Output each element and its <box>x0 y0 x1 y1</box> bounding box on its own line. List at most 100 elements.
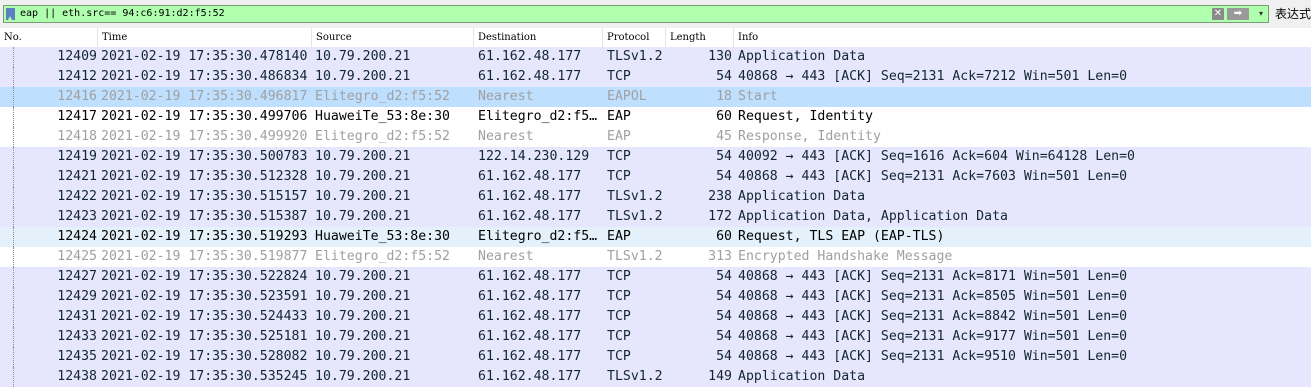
packet-row[interactable]: 12438 2021-02-19 17:35:30.535245 10.79.200… <box>0 367 1311 387</box>
packet-row[interactable]: 12422 2021-02-19 17:35:30.515157 10.79.200… <box>0 187 1311 207</box>
packet-time: 2021-02-19 17:35:30.523591 <box>101 289 308 304</box>
packet-time: 2021-02-19 17:35:30.496817 <box>101 89 308 104</box>
packet-row[interactable]: 12423 2021-02-19 17:35:30.515387 10.79.200… <box>0 207 1311 227</box>
packet-row[interactable]: 12409 2021-02-19 17:35:30.478140 10.79.200… <box>0 47 1311 67</box>
packet-destination: 61.162.48.177 <box>478 49 582 64</box>
packet-no: 12422 <box>57 189 97 204</box>
packet-destination: Elitegro_d2:f5… <box>478 109 598 124</box>
packet-source: 10.79.200.21 <box>315 209 411 224</box>
packet-protocol: EAP <box>607 109 631 124</box>
packet-length: 54 <box>716 309 732 324</box>
packet-no: 12431 <box>57 309 97 324</box>
related-packet-line <box>13 187 14 207</box>
packet-protocol: TCP <box>607 289 631 304</box>
filter-history-dropdown-icon[interactable]: ▾ <box>1256 7 1266 21</box>
related-packet-line <box>13 347 14 367</box>
packet-no: 12424 <box>57 229 97 244</box>
display-filter-input[interactable] <box>20 6 1205 22</box>
packet-destination: 61.162.48.177 <box>478 169 582 184</box>
packet-no: 12433 <box>57 329 97 344</box>
packet-no: 12429 <box>57 289 97 304</box>
packet-row[interactable]: 12431 2021-02-19 17:35:30.524433 10.79.200… <box>0 307 1311 327</box>
packet-row[interactable]: 12419 2021-02-19 17:35:30.500783 10.79.200… <box>0 147 1311 167</box>
packet-no: 12421 <box>57 169 97 184</box>
packet-length: 54 <box>716 69 732 84</box>
packet-source: 10.79.200.21 <box>315 149 411 164</box>
packet-source: 10.79.200.21 <box>315 69 411 84</box>
packet-row[interactable]: 12425 2021-02-19 17:35:30.519877 Elitegro_… <box>0 247 1311 267</box>
packet-row[interactable]: 12418 2021-02-19 17:35:30.499920 Elitegro_… <box>0 127 1311 147</box>
related-packet-line <box>13 107 14 127</box>
packet-no: 12418 <box>57 129 97 144</box>
packet-no: 12425 <box>57 249 97 264</box>
packet-time: 2021-02-19 17:35:30.535245 <box>101 369 308 384</box>
column-header-time[interactable]: Time <box>98 28 312 47</box>
packet-info: Request, TLS EAP (EAP-TLS) <box>738 229 945 244</box>
packet-row[interactable]: 12412 2021-02-19 17:35:30.486834 10.79.200… <box>0 67 1311 87</box>
packet-source: 10.79.200.21 <box>315 169 411 184</box>
packet-time: 2021-02-19 17:35:30.522824 <box>101 269 308 284</box>
packet-list: 12409 2021-02-19 17:35:30.478140 10.79.200… <box>0 47 1311 392</box>
column-header-protocol[interactable]: Protocol <box>603 28 666 47</box>
display-filter-box[interactable]: ✕ ➡ ▾ <box>3 5 1269 23</box>
packet-row[interactable]: 12433 2021-02-19 17:35:30.525181 10.79.200… <box>0 327 1311 347</box>
packet-length: 54 <box>716 349 732 364</box>
packet-destination: 61.162.48.177 <box>478 189 582 204</box>
packet-destination: 61.162.48.177 <box>478 269 582 284</box>
packet-row[interactable]: 12424 2021-02-19 17:35:30.519293 HuaweiTe_… <box>0 227 1311 247</box>
packet-info: Start <box>738 89 778 104</box>
packet-protocol: TCP <box>607 269 631 284</box>
packet-source: 10.79.200.21 <box>315 349 411 364</box>
packet-list-header: No. Time Source Destination Protocol Len… <box>0 28 1311 48</box>
related-packet-line <box>13 287 14 307</box>
display-filter-toolbar: ✕ ➡ ▾ 表达式 <box>0 0 1311 28</box>
related-packet-line <box>13 67 14 87</box>
packet-row[interactable]: 12435 2021-02-19 17:35:30.528082 10.79.200… <box>0 347 1311 367</box>
packet-time: 2021-02-19 17:35:30.499706 <box>101 109 308 124</box>
packet-source: 10.79.200.21 <box>315 49 411 64</box>
packet-source: 10.79.200.21 <box>315 329 411 344</box>
packet-length: 54 <box>716 169 732 184</box>
related-packet-line <box>13 87 14 107</box>
packet-no: 12435 <box>57 349 97 364</box>
clear-filter-icon[interactable]: ✕ <box>1212 8 1224 20</box>
packet-info: 40868 → 443 [ACK] Seq=2131 Ack=8842 Win=… <box>738 309 1128 324</box>
packet-protocol: TLSv1.2 <box>607 369 663 384</box>
packet-info: Application Data <box>738 49 866 64</box>
bookmark-icon[interactable] <box>6 8 15 20</box>
column-header-info[interactable]: Info <box>734 28 1311 47</box>
related-packet-line <box>13 227 14 247</box>
packet-length: 60 <box>716 109 732 124</box>
apply-filter-icon[interactable]: ➡ <box>1227 8 1249 20</box>
packet-row[interactable]: 12417 2021-02-19 17:35:30.499706 HuaweiTe_… <box>0 107 1311 127</box>
packet-length: 54 <box>716 149 732 164</box>
packet-destination: Nearest <box>478 89 534 104</box>
column-header-length[interactable]: Length <box>666 28 734 47</box>
packet-time: 2021-02-19 17:35:30.478140 <box>101 49 308 64</box>
column-header-source[interactable]: Source <box>312 28 474 47</box>
packet-destination: 61.162.48.177 <box>478 369 582 384</box>
related-packet-line <box>13 207 14 227</box>
packet-row[interactable]: 12427 2021-02-19 17:35:30.522824 10.79.200… <box>0 267 1311 287</box>
packet-no: 12419 <box>57 149 97 164</box>
packet-info: Request, Identity <box>738 109 873 124</box>
packet-time: 2021-02-19 17:35:30.499920 <box>101 129 308 144</box>
packet-source: Elitegro_d2:f5:52 <box>315 89 450 104</box>
packet-source: 10.79.200.21 <box>315 289 411 304</box>
packet-row[interactable]: 12416 2021-02-19 17:35:30.496817 Elitegro_… <box>0 87 1311 107</box>
packet-length: 172 <box>708 209 732 224</box>
column-header-no[interactable]: No. <box>0 28 98 47</box>
packet-info: Response, Identity <box>738 129 881 144</box>
packet-row[interactable]: 12421 2021-02-19 17:35:30.512328 10.79.200… <box>0 167 1311 187</box>
packet-length: 130 <box>708 49 732 64</box>
packet-time: 2021-02-19 17:35:30.515387 <box>101 209 308 224</box>
packet-protocol: EAPOL <box>607 89 647 104</box>
packet-info: 40868 → 443 [ACK] Seq=2131 Ack=7603 Win=… <box>738 169 1128 184</box>
column-header-destination[interactable]: Destination <box>474 28 603 47</box>
packet-protocol: TLSv1.2 <box>607 189 663 204</box>
packet-length: 54 <box>716 269 732 284</box>
expression-button[interactable]: 表达式 <box>1275 5 1311 23</box>
packet-destination: 61.162.48.177 <box>478 349 582 364</box>
packet-no: 12438 <box>57 369 97 384</box>
packet-row[interactable]: 12429 2021-02-19 17:35:30.523591 10.79.200… <box>0 287 1311 307</box>
